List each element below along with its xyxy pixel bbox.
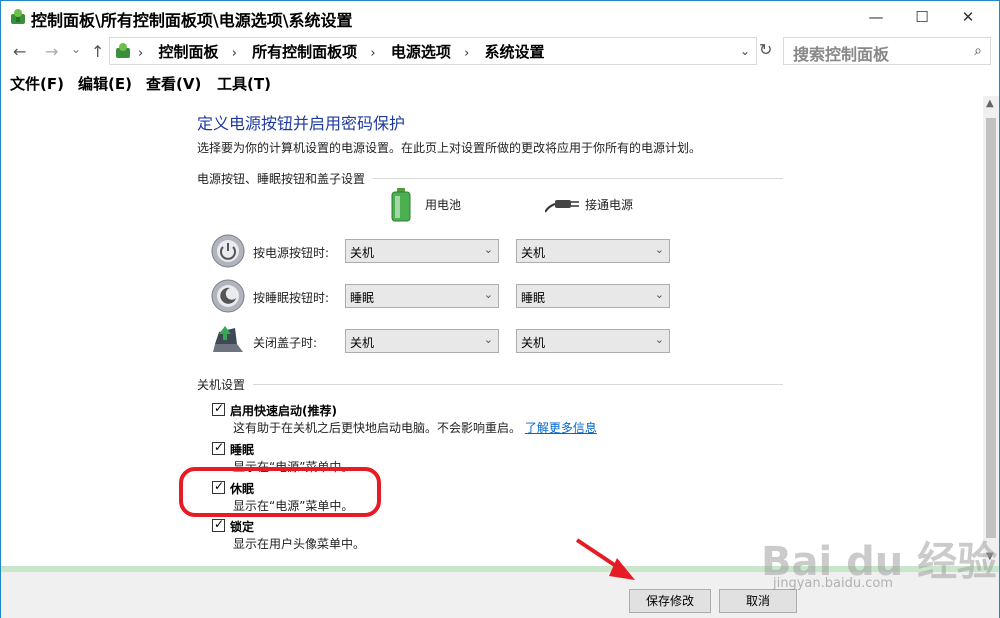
fast-startup-checkbox[interactable]: ✓ <box>212 401 225 416</box>
lock-checkbox[interactable]: ✓ <box>212 517 225 532</box>
checkmark-icon: ✓ <box>214 517 225 531</box>
control-panel-icon <box>116 43 130 58</box>
power-button-label: 按电源按钮时: <box>253 246 330 260</box>
breadcrumb-separator-icon: › <box>464 46 470 61</box>
window-title: 控制面板\所有控制面板项\电源选项\系统设置 <box>31 11 353 30</box>
title-bar: 控制面板\所有控制面板项\电源选项\系统设置 — ☐ ✕ <box>1 1 999 34</box>
select-value: 关机 <box>350 336 375 350</box>
chevron-down-icon: ⌄ <box>483 288 493 301</box>
forward-arrow-icon[interactable]: → <box>45 42 58 61</box>
menu-bar: 文件(F) 编辑(E) 查看(V) 工具(T) <box>1 71 999 95</box>
refresh-icon[interactable]: ↻ <box>759 40 772 59</box>
select-value: 睡眠 <box>521 291 546 305</box>
plugged-column-header: 接通电源 <box>585 198 634 212</box>
checkmark-icon: ✓ <box>214 440 225 454</box>
scrollbar-thumb[interactable] <box>986 118 996 538</box>
sleep-checkbox[interactable]: ✓ <box>212 440 225 455</box>
power-button-icon <box>211 234 245 268</box>
fast-startup-desc: 这有助于在关机之后更快地启动电脑。不会影响重启。 了解更多信息 <box>233 419 597 436</box>
power-button-plugged-select[interactable]: 关机 ⌄ <box>516 239 670 263</box>
breadcrumb-item-control-panel[interactable]: 控制面板 <box>158 43 218 61</box>
menu-file[interactable]: 文件(F) <box>10 73 64 94</box>
close-button[interactable]: ✕ <box>945 1 991 33</box>
sleep-button-plugged-select[interactable]: 睡眠 ⌄ <box>516 284 670 308</box>
breadcrumb-separator-icon: › <box>370 46 376 61</box>
page-description: 选择要为你的计算机设置的电源设置。在此页上对设置所做的更改将应用于你所有的电源计… <box>197 141 702 155</box>
control-panel-icon <box>11 9 25 24</box>
shutdown-group-label: 关机设置 <box>197 378 246 392</box>
back-arrow-icon[interactable]: ← <box>13 42 26 61</box>
buttons-group-label: 电源按钮、睡眠按钮和盖子设置 <box>197 172 366 186</box>
select-value: 睡眠 <box>350 291 375 305</box>
select-value: 关机 <box>521 336 546 350</box>
chevron-down-icon: ⌄ <box>483 333 493 346</box>
vertical-scrollbar[interactable]: ▲ ▼ <box>983 96 999 566</box>
search-input[interactable]: 搜索控制面板 ⌕ <box>783 37 991 65</box>
sleep-button-battery-select[interactable]: 睡眠 ⌄ <box>345 284 499 308</box>
search-placeholder: 搜索控制面板 <box>793 45 890 64</box>
power-button-battery-select[interactable]: 关机 ⌄ <box>345 239 499 263</box>
breadcrumb-separator-icon: › <box>231 46 237 61</box>
fast-startup-label[interactable]: 启用快速启动(推荐) <box>230 402 337 419</box>
breadcrumb-item-all-items[interactable]: 所有控制面板项 <box>252 43 357 61</box>
select-value: 关机 <box>521 246 546 260</box>
sleep-button-label: 按睡眠按钮时: <box>253 291 330 305</box>
breadcrumb-item-power-options[interactable]: 电源选项 <box>391 43 451 61</box>
chevron-down-icon: ⌄ <box>654 288 664 301</box>
page-title: 定义电源按钮并启用密码保护 <box>197 114 406 133</box>
address-field[interactable]: › 控制面板 › 所有控制面板项 › 电源选项 › 系统设置 ⌄ <box>109 37 757 65</box>
chevron-down-icon: ⌄ <box>483 243 493 256</box>
control-panel-window: 控制面板\所有控制面板项\电源选项\系统设置 — ☐ ✕ ← → ⌄ ↑ › 控… <box>0 0 1000 618</box>
minimize-button[interactable]: — <box>853 1 899 33</box>
learn-more-link[interactable]: 了解更多信息 <box>525 421 597 435</box>
breadcrumb-separator-icon: › <box>138 46 144 61</box>
lock-option-label[interactable]: 锁定 <box>230 518 254 535</box>
chevron-down-icon: ⌄ <box>654 333 664 346</box>
menu-edit[interactable]: 编辑(E) <box>78 73 132 94</box>
lock-option-desc: 显示在用户头像菜单中。 <box>233 537 366 551</box>
group-divider <box>373 178 783 179</box>
up-arrow-icon[interactable]: ↑ <box>91 42 104 61</box>
group-divider <box>253 384 783 385</box>
lid-close-label: 关闭盖子时: <box>253 336 318 350</box>
maximize-button[interactable]: ☐ <box>899 1 945 33</box>
sleep-button-icon <box>211 279 245 313</box>
fast-startup-desc-text: 这有助于在关机之后更快地启动电脑。不会影响重启。 <box>233 421 522 435</box>
power-plug-icon <box>545 200 579 213</box>
breadcrumb: › 控制面板 › 所有控制面板项 › 电源选项 › 系统设置 <box>138 41 553 62</box>
lid-close-plugged-select[interactable]: 关机 ⌄ <box>516 329 670 353</box>
select-value: 关机 <box>350 246 375 260</box>
checkmark-icon: ✓ <box>214 401 225 415</box>
highlight-ring <box>179 467 381 517</box>
settings-content: 定义电源按钮并启用密码保护 选择要为你的计算机设置的电源设置。在此页上对设置所做… <box>1 96 983 566</box>
menu-tools[interactable]: 工具(T) <box>217 73 271 94</box>
baidu-watermark-url: jingyan.baidu.com <box>773 576 893 591</box>
laptop-lid-icon <box>213 326 243 352</box>
address-bar-row: ← → ⌄ ↑ › 控制面板 › 所有控制面板项 › 电源选项 › 系统设置 ⌄… <box>1 34 999 70</box>
menu-view[interactable]: 查看(V) <box>146 73 201 94</box>
scroll-up-icon[interactable]: ▲ <box>986 98 994 109</box>
breadcrumb-item-system-settings[interactable]: 系统设置 <box>485 43 545 61</box>
recent-dropdown-icon[interactable]: ⌄ <box>71 42 81 56</box>
battery-column-header: 用电池 <box>425 198 462 212</box>
search-icon[interactable]: ⌕ <box>974 43 982 59</box>
battery-icon <box>391 188 411 222</box>
save-changes-button[interactable]: 保存修改 <box>629 589 711 613</box>
lid-close-battery-select[interactable]: 关机 ⌄ <box>345 329 499 353</box>
address-dropdown-icon[interactable]: ⌄ <box>740 44 750 58</box>
chevron-down-icon: ⌄ <box>654 243 664 256</box>
cancel-button[interactable]: 取消 <box>719 589 797 613</box>
red-arrow-icon <box>575 538 635 580</box>
sleep-option-label[interactable]: 睡眠 <box>230 441 254 458</box>
